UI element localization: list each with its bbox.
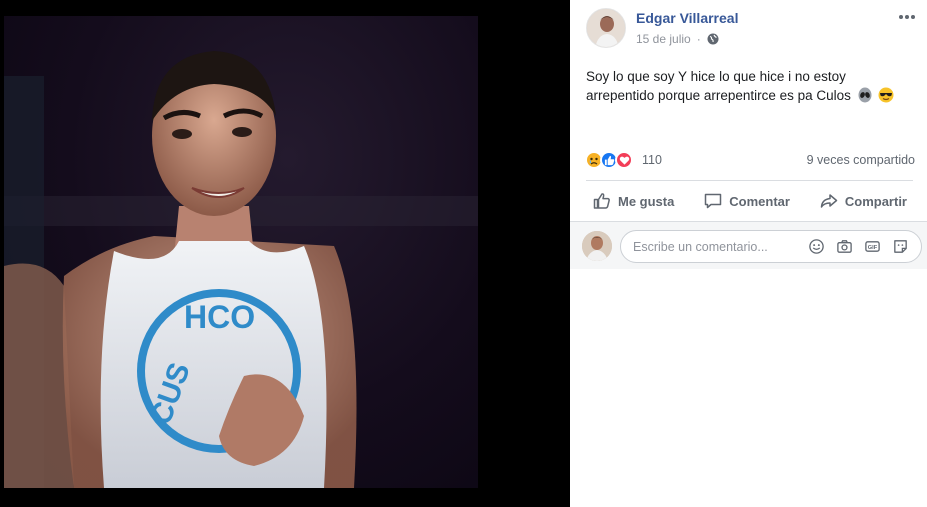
globe-icon[interactable] [707, 33, 719, 45]
divider [586, 180, 913, 181]
reactions-summary: 110 9 veces compartido [585, 150, 915, 170]
like-button[interactable]: Me gusta [586, 191, 680, 211]
gif-icon[interactable]: GIF [863, 237, 882, 256]
alien-emoji [858, 87, 872, 103]
photo-viewer: HCO CUS [0, 0, 570, 507]
comment-label: Comentar [729, 193, 790, 209]
sunglasses-emoji [878, 87, 894, 103]
post-date[interactable]: 15 de julio [636, 32, 691, 46]
post-actions: Me gusta Comentar Compartir [586, 183, 913, 219]
viewer-avatar-image [582, 231, 612, 261]
comment-composer: GIF [570, 221, 927, 269]
sticker-icon[interactable] [891, 237, 910, 256]
photo-illustration: HCO CUS [4, 51, 478, 488]
post-photo[interactable]: HCO CUS [4, 16, 478, 488]
comment-icon [705, 193, 722, 209]
comment-button[interactable]: Comentar [697, 191, 796, 211]
reaction-icons[interactable] [585, 151, 633, 169]
love-reaction-icon [615, 151, 633, 169]
post-body: Soy lo que soy Y hice lo que hice i no e… [586, 69, 851, 103]
share-label: Compartir [844, 193, 907, 209]
author-avatar[interactable] [586, 8, 626, 48]
share-count[interactable]: 9 veces compartido [807, 153, 915, 167]
thumbs-up-icon [593, 193, 610, 209]
avatar-image [587, 9, 625, 47]
post-header: Edgar Villarreal 15 de julio · [586, 8, 916, 48]
post-meta: 15 de julio · [636, 32, 719, 46]
viewer-avatar[interactable] [582, 231, 612, 261]
emoji-icon[interactable] [807, 237, 826, 256]
reaction-count[interactable]: 110 [642, 153, 662, 167]
share-button[interactable]: Compartir [813, 191, 913, 211]
share-icon [820, 194, 838, 208]
like-label: Me gusta [618, 193, 675, 209]
comment-tools: GIF [807, 237, 910, 256]
comment-input[interactable] [633, 239, 801, 254]
camera-icon[interactable] [835, 237, 854, 256]
more-options-icon[interactable] [896, 8, 918, 26]
post-text: Soy lo que soy Y hice lo que hice i no e… [586, 67, 916, 105]
svg-text:GIF: GIF [868, 245, 878, 251]
svg-text:HCO: HCO [184, 299, 255, 335]
comment-input-box: GIF [620, 230, 922, 263]
post-panel: Edgar Villarreal 15 de julio · Soy lo qu… [570, 0, 927, 507]
author-name[interactable]: Edgar Villarreal [636, 10, 738, 26]
